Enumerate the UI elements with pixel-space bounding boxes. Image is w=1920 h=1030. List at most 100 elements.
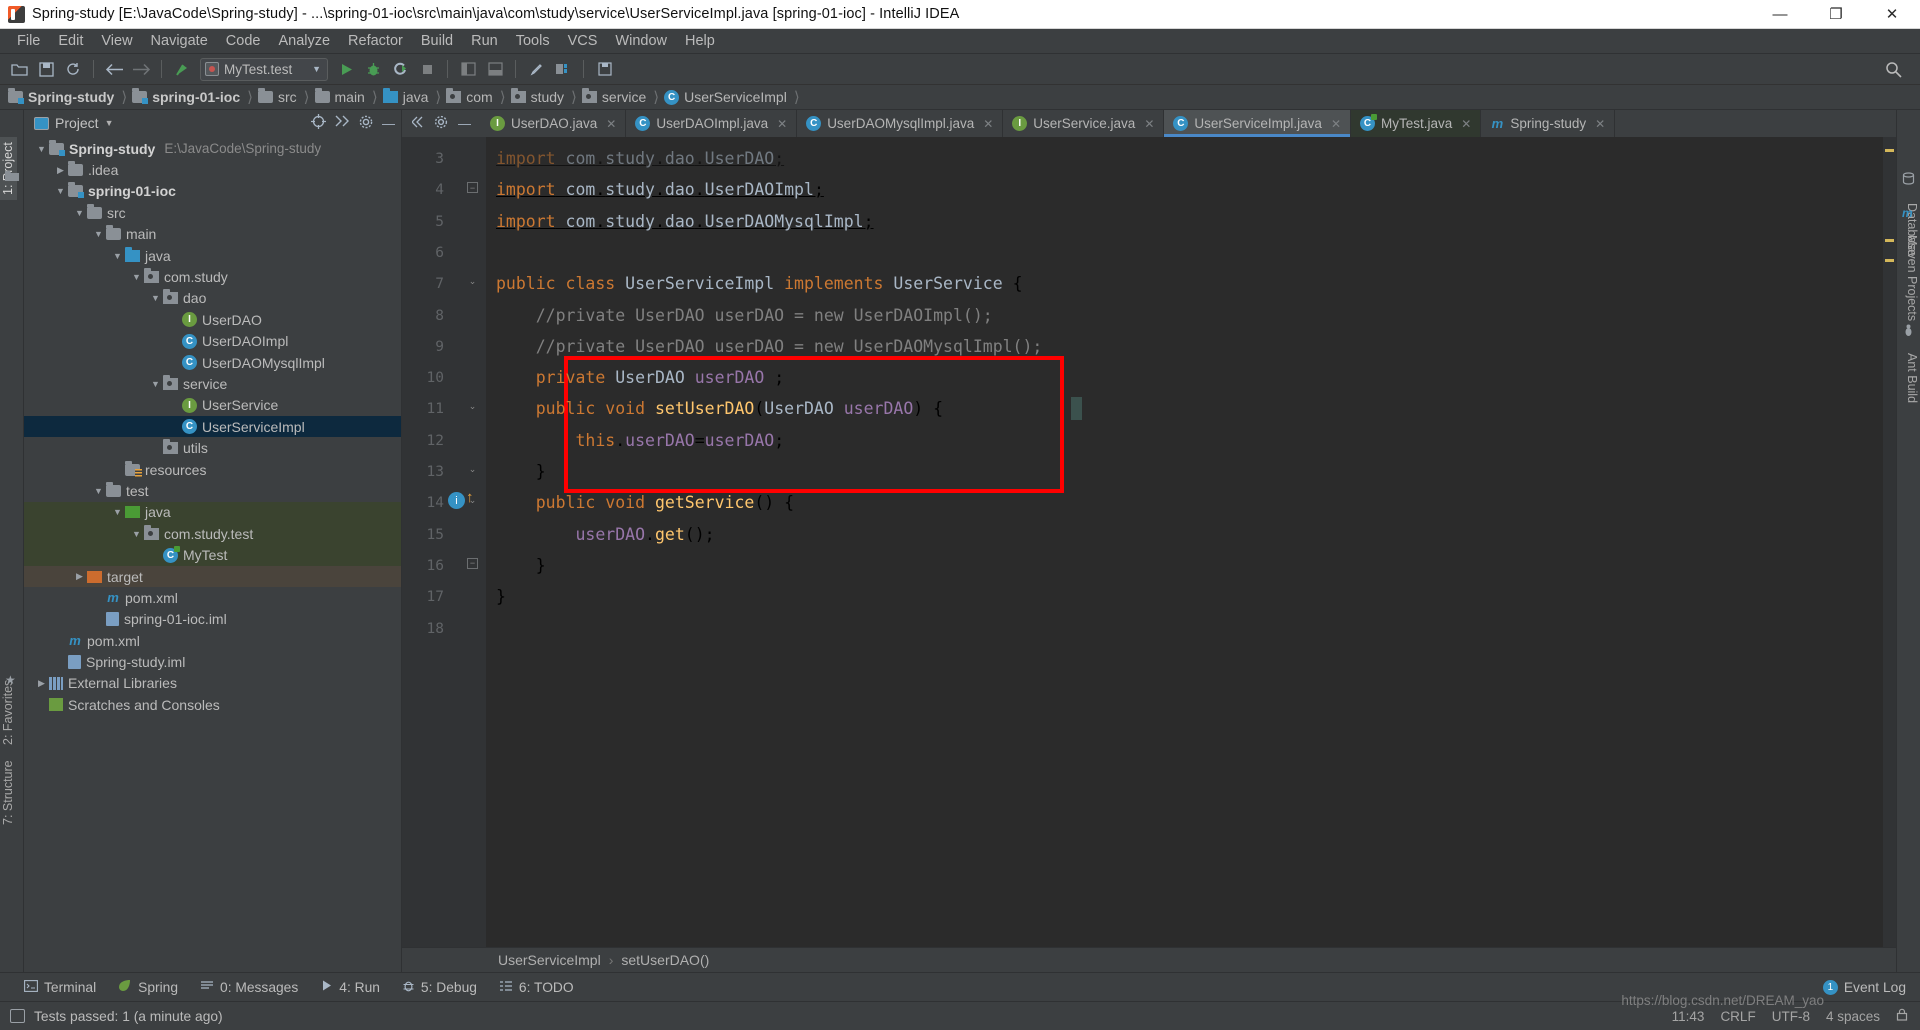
twisty-expanded-icon[interactable]: ▼ xyxy=(91,229,106,239)
sync-icon[interactable] xyxy=(60,57,86,82)
tree-item-utils[interactable]: utils xyxy=(24,437,401,458)
indent-setting[interactable]: 4 spaces xyxy=(1826,1009,1880,1024)
tab-userdaomysqlimpl-java[interactable]: C UserDAOMysqlImpl.java ✕ xyxy=(797,110,1004,137)
edit-pencil-icon[interactable] xyxy=(523,57,549,82)
bottom-tab-messages[interactable]: 0: Messages xyxy=(200,980,298,995)
breadcrumb-class[interactable]: UserServiceImpl xyxy=(498,952,601,968)
tree-item-scratches-and-consoles[interactable]: Scratches and Consoles xyxy=(24,694,401,715)
project-structure-icon[interactable] xyxy=(550,57,576,82)
collapse-all-icon[interactable] xyxy=(335,115,350,131)
twisty-collapsed-icon[interactable]: ▶ xyxy=(72,571,87,582)
run-icon[interactable] xyxy=(333,57,359,82)
bottom-tab-debug[interactable]: 5: Debug xyxy=(402,979,477,995)
save-all-icon[interactable] xyxy=(591,57,617,82)
code-line[interactable]: public void setUserDAO(UserDAO userDAO) … xyxy=(496,401,943,418)
navbar-crumb-study[interactable]: study ⟩ xyxy=(510,85,582,110)
menu-file[interactable]: File xyxy=(8,31,49,51)
run-configuration-selector[interactable]: MyTest.test ▼ xyxy=(200,57,328,81)
tree-item-userdao[interactable]: I UserDAO xyxy=(24,309,401,330)
tab-spring-study[interactable]: m Spring-study ✕ xyxy=(1481,110,1616,137)
tree-item-spring-study-iml[interactable]: Spring-study.iml xyxy=(24,651,401,672)
twisty-expanded-icon[interactable]: ▼ xyxy=(129,272,144,282)
code-line[interactable]: //private UserDAO userDAO = new UserDAOI… xyxy=(496,307,993,325)
tree-item-src[interactable]: ▼ src xyxy=(24,202,401,223)
code-line[interactable]: import com.study.dao.UserDAOMysqlImpl; xyxy=(496,213,874,231)
twisty-expanded-icon[interactable]: ▼ xyxy=(110,251,125,261)
forward-arrow-icon[interactable] xyxy=(128,57,154,82)
status-message-icon[interactable] xyxy=(10,1009,25,1023)
minimize-button[interactable]: — xyxy=(1752,0,1808,29)
twisty-expanded-icon[interactable]: ▼ xyxy=(148,293,163,303)
tab-userservice-java[interactable]: I UserService.java ✕ xyxy=(1003,110,1165,137)
breadcrumb-method[interactable]: setUserDAO() xyxy=(621,952,709,968)
tree-item-mytest[interactable]: C MyTest xyxy=(24,544,401,566)
menu-run[interactable]: Run xyxy=(462,31,507,51)
navbar-crumb-service[interactable]: service ⟩ xyxy=(581,85,664,110)
tree-item-dao[interactable]: ▼ dao xyxy=(24,288,401,309)
bottom-tab-todo[interactable]: 6: TODO xyxy=(499,980,574,995)
code-line[interactable]: this.userDAO=userDAO; xyxy=(496,432,784,450)
menu-edit[interactable]: Edit xyxy=(49,31,92,51)
close-icon[interactable]: ✕ xyxy=(983,117,993,131)
navbar-crumb-com[interactable]: com ⟩ xyxy=(446,85,510,110)
code-line[interactable]: //private UserDAO userDAO = new UserDAOM… xyxy=(496,338,1043,356)
line-separator[interactable]: CRLF xyxy=(1720,1009,1755,1024)
tree-item-userserviceimpl[interactable]: C UserServiceImpl xyxy=(24,416,401,438)
tree-item-spring-study[interactable]: ▼ Spring-study E:\JavaCode\Spring-study xyxy=(24,138,401,159)
code-text-area[interactable]: import com.study.dao.UserDAO; import com.… xyxy=(486,137,1883,947)
tree-item-spring-01-ioc[interactable]: ▼ spring-01-ioc xyxy=(24,181,401,202)
tree-item-userservice[interactable]: I UserService xyxy=(24,395,401,416)
menu-analyze[interactable]: Analyze xyxy=(269,31,339,51)
menu-code[interactable]: Code xyxy=(217,31,270,51)
hide-editor-icon[interactable]: — xyxy=(458,116,471,131)
code-line[interactable]: userDAO.get(); xyxy=(496,526,714,544)
code-folding-marker[interactable]: ⌄ xyxy=(467,401,478,412)
tree-item-target[interactable]: ▶ target xyxy=(24,565,401,588)
menu-navigate[interactable]: Navigate xyxy=(142,31,217,51)
code-line[interactable]: import com.study.dao.UserDAO; xyxy=(496,150,784,168)
event-log-area[interactable]: 1 Event Log xyxy=(1822,979,1920,995)
tree-item-com-study-test[interactable]: ▼ com.study.test xyxy=(24,523,401,545)
tree-item-pom-xml[interactable]: m pom.xml xyxy=(24,587,401,608)
navbar-crumb-userserviceimpl[interactable]: C UserServiceImpl ⟩ xyxy=(664,85,805,110)
code-line[interactable]: } xyxy=(496,463,546,481)
chevron-down-icon[interactable]: ▼ xyxy=(105,118,114,128)
twisty-collapsed-icon[interactable]: ▶ xyxy=(53,165,68,176)
code-folding-marker[interactable]: − xyxy=(467,557,478,569)
tab-userdaoimpl-java[interactable]: C UserDAOImpl.java ✕ xyxy=(626,110,798,137)
twisty-collapsed-icon[interactable]: ▶ xyxy=(34,678,49,689)
expand-tabs-icon[interactable] xyxy=(411,116,424,131)
twisty-expanded-icon[interactable]: ▼ xyxy=(110,507,125,517)
maximize-button[interactable]: ❐ xyxy=(1808,0,1864,29)
intention-bulb-icon[interactable]: i xyxy=(448,492,465,510)
menu-view[interactable]: View xyxy=(92,31,141,51)
stop-icon[interactable] xyxy=(414,57,440,82)
error-marker-bar[interactable] xyxy=(1883,137,1896,947)
tree-item-java[interactable]: ▼ java xyxy=(24,501,401,524)
sidebar-tab-structure[interactable]: 7: Structure xyxy=(0,755,17,830)
hide-panel-icon[interactable]: — xyxy=(382,116,395,131)
settings-gear-icon[interactable] xyxy=(434,115,448,132)
sidebar-tab-ant-build[interactable]: Ant Build xyxy=(1903,348,1920,408)
editor-gutter[interactable]: 3 4 5 6 7 8 9 10 11 12 13 14 15 16 17 18− ⌄ ⌄ ⌄ ⌄ − i ↑ xyxy=(402,137,486,947)
debug-icon[interactable] xyxy=(360,57,386,82)
code-line[interactable]: } xyxy=(496,557,546,575)
tree-item-userdaoimpl[interactable]: C UserDAOImpl xyxy=(24,331,401,352)
close-button[interactable]: ✕ xyxy=(1864,0,1920,29)
sidebar-tab-project[interactable]: 1: Project xyxy=(0,137,17,200)
menu-help[interactable]: Help xyxy=(676,31,724,51)
select-opened-file-icon[interactable] xyxy=(311,114,326,132)
close-icon[interactable]: ✕ xyxy=(1461,117,1471,131)
close-icon[interactable]: ✕ xyxy=(777,117,787,131)
menu-vcs[interactable]: VCS xyxy=(559,31,607,51)
tree-item-java[interactable]: ▼ java xyxy=(24,245,401,266)
tree-item-main[interactable]: ▼ main xyxy=(24,224,401,245)
tree-item-test[interactable]: ▼ test xyxy=(24,480,401,501)
menu-refactor[interactable]: Refactor xyxy=(339,31,412,51)
tree-item-userdaomysqlimpl[interactable]: C UserDAOMysqlImpl xyxy=(24,352,401,373)
close-icon[interactable]: ✕ xyxy=(1144,117,1154,131)
tree-item-service[interactable]: ▼ service xyxy=(24,373,401,394)
code-line[interactable]: private UserDAO userDAO ; xyxy=(496,369,784,387)
tab-mytest-java[interactable]: C MyTest.java ✕ xyxy=(1351,110,1482,137)
navbar-crumb-java[interactable]: java ⟩ xyxy=(382,85,447,110)
